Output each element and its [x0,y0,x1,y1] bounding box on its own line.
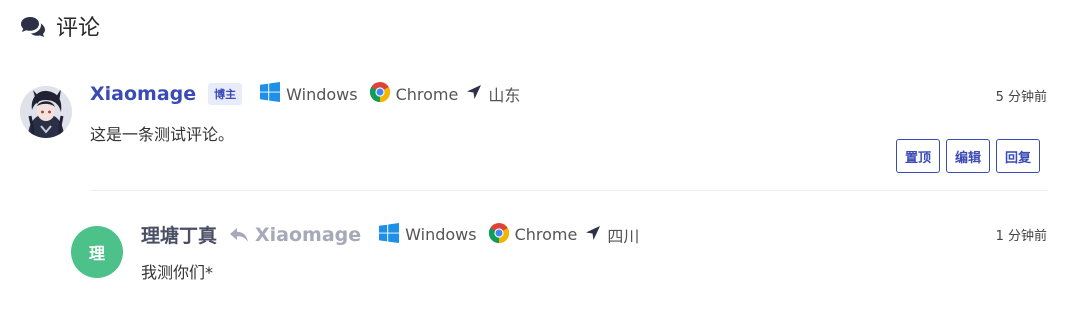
browser-label: Chrome [514,225,578,244]
windows-icon [379,222,400,247]
reply-meta: 理塘丁真 Xiaomage Windows Chrome 四川 [141,221,639,248]
comment-time: 5 分钟前 [995,90,1047,105]
location-arrow-icon [466,84,482,104]
comment-text: 这是一条测试评论。 [90,125,235,144]
reply-arrow-icon [229,227,249,243]
pin-button[interactable]: 置顶 [895,139,940,173]
chrome-icon [369,82,390,106]
avatar[interactable] [20,86,72,138]
location-label: 山东 [488,86,521,105]
comment-author[interactable]: 理塘丁真 [141,221,217,248]
browser-info: Chrome [488,222,578,247]
location-info: 山东 [466,82,520,106]
comment-meta: Xiaomage 博主 Windows Chrome 山东 [90,82,520,106]
os-label: Windows [405,225,477,244]
browser-info: Chrome [369,82,459,106]
comments-section-header: 评论 [20,10,100,42]
location-info: 四川 [585,223,639,247]
chrome-icon [488,222,509,247]
avatar[interactable]: 理 [71,226,123,278]
windows-icon [260,82,281,106]
edit-button[interactable]: 编辑 [945,139,990,173]
divider [90,190,1048,191]
section-title: 评论 [56,16,101,41]
comments-icon [20,15,46,37]
comment-text: 我测你们* [141,263,214,282]
os-info: Windows [379,222,477,247]
browser-label: Chrome [395,84,459,104]
reply-target[interactable]: Xiaomage [255,224,361,246]
os-label: Windows [286,84,358,104]
os-info: Windows [260,82,358,106]
location-label: 四川 [607,226,640,246]
reply-button[interactable]: 回复 [995,139,1040,173]
comment-time: 1 分钟前 [995,229,1047,244]
admin-badge: 博主 [208,83,243,105]
comment-author[interactable]: Xiaomage [90,83,196,105]
comment-actions: 置顶 编辑 回复 [895,139,1040,173]
location-arrow-icon [585,225,601,245]
